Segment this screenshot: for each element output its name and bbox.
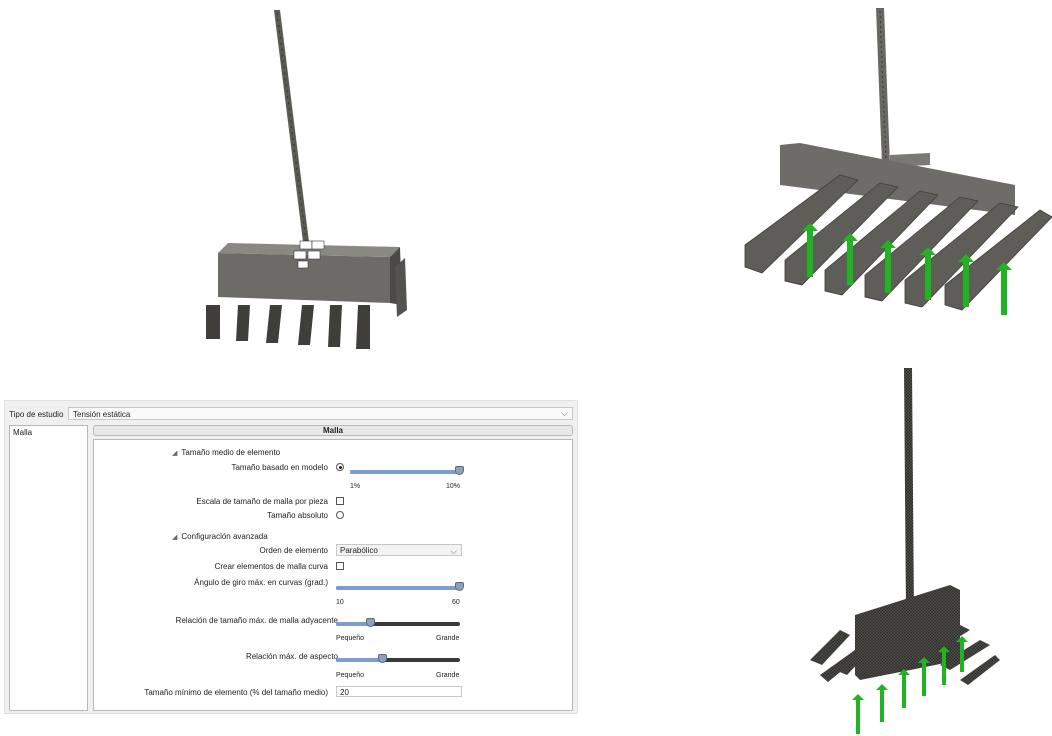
model-size-radio[interactable] (336, 463, 344, 471)
slider-min-label: 10 (336, 599, 344, 606)
study-type-value: Tensión estática (73, 410, 131, 419)
adjacent-ratio-label: Relación de tamaño máx. de malla adyacen… (175, 616, 338, 625)
section-advanced-label: Configuración avanzada (181, 532, 268, 541)
mesh-settings-dialog: Tipo de estudio Tensión estática ⌵ Malla… (4, 400, 578, 714)
meshed-model-render (810, 368, 1000, 734)
chevron-down-icon: ⌵ (450, 546, 457, 556)
settings-category-list: Malla (9, 425, 88, 711)
slider-max-label: Grande (436, 635, 460, 642)
collapse-triangle-icon: ◢ (172, 450, 178, 457)
study-type-select[interactable]: Tensión estática ⌵ (68, 407, 573, 420)
model-view-top-left[interactable] (190, 5, 420, 350)
slider-min-label: 1% (350, 483, 361, 490)
chevron-down-icon: ⌵ (561, 408, 568, 418)
model-size-label: Tamaño basado en modelo (231, 463, 328, 472)
absolute-size-radio[interactable] (336, 511, 344, 519)
slider-thumb[interactable] (455, 466, 464, 475)
slider-max-label: 60 (452, 599, 460, 606)
slider-min-label: Pequeño (336, 672, 365, 679)
section-average-size[interactable]: ◢ Tamaño medio de elemento (172, 448, 280, 457)
aspect-ratio-slider[interactable] (336, 654, 460, 663)
max-turn-angle-slider[interactable] (336, 582, 464, 591)
element-order-label: Orden de elemento (259, 546, 329, 555)
fork-model-render (206, 10, 407, 349)
min-element-size-value: 20 (340, 688, 349, 697)
absolute-size-label: Tamaño absoluto (267, 511, 328, 520)
study-type-label: Tipo de estudio (9, 410, 64, 419)
average-size-slider[interactable] (350, 466, 464, 475)
curved-elements-checkbox[interactable] (336, 562, 344, 570)
section-advanced[interactable]: ◢ Configuración avanzada (172, 532, 268, 541)
model-view-top-right[interactable] (740, 5, 1052, 325)
section-average-size-label: Tamaño medio de elemento (181, 448, 281, 457)
category-item-malla[interactable]: Malla (10, 426, 87, 439)
slider-thumb[interactable] (365, 618, 375, 627)
max-turn-angle-label: Ángulo de giro máx. en curvas (grad.) (194, 578, 328, 587)
min-element-size-input[interactable]: 20 (336, 686, 462, 697)
slider-min-label: Pequeño (336, 635, 365, 642)
loaded-model-render (744, 8, 1052, 315)
scale-per-part-checkbox[interactable] (336, 497, 344, 505)
slider-max-label: Grande (436, 672, 460, 679)
model-view-bottom-right[interactable] (800, 360, 1000, 736)
min-element-size-label: Tamaño mínimo de elemento (% del tamaño … (144, 688, 328, 697)
slider-thumb[interactable] (378, 654, 388, 663)
element-order-value: Parabólico (340, 546, 378, 555)
slider-max-label: 10% (446, 483, 461, 490)
mesh-settings-panel: ◢ Tamaño medio de elemento Tamaño basado … (93, 439, 573, 711)
panel-title[interactable]: Malla (93, 425, 573, 436)
slider-thumb[interactable] (455, 582, 464, 591)
aspect-ratio-label: Relación máx. de aspecto (245, 652, 338, 661)
scale-per-part-label: Escala de tamaño de malla por pieza (196, 497, 328, 506)
curved-elements-label: Crear elementos de malla curva (214, 562, 328, 571)
adjacent-ratio-slider[interactable] (336, 618, 460, 627)
element-order-select[interactable]: Parabólico ⌵ (336, 544, 462, 556)
study-type-row: Tipo de estudio Tensión estática ⌵ (5, 407, 577, 421)
collapse-triangle-icon: ◢ (172, 534, 178, 541)
